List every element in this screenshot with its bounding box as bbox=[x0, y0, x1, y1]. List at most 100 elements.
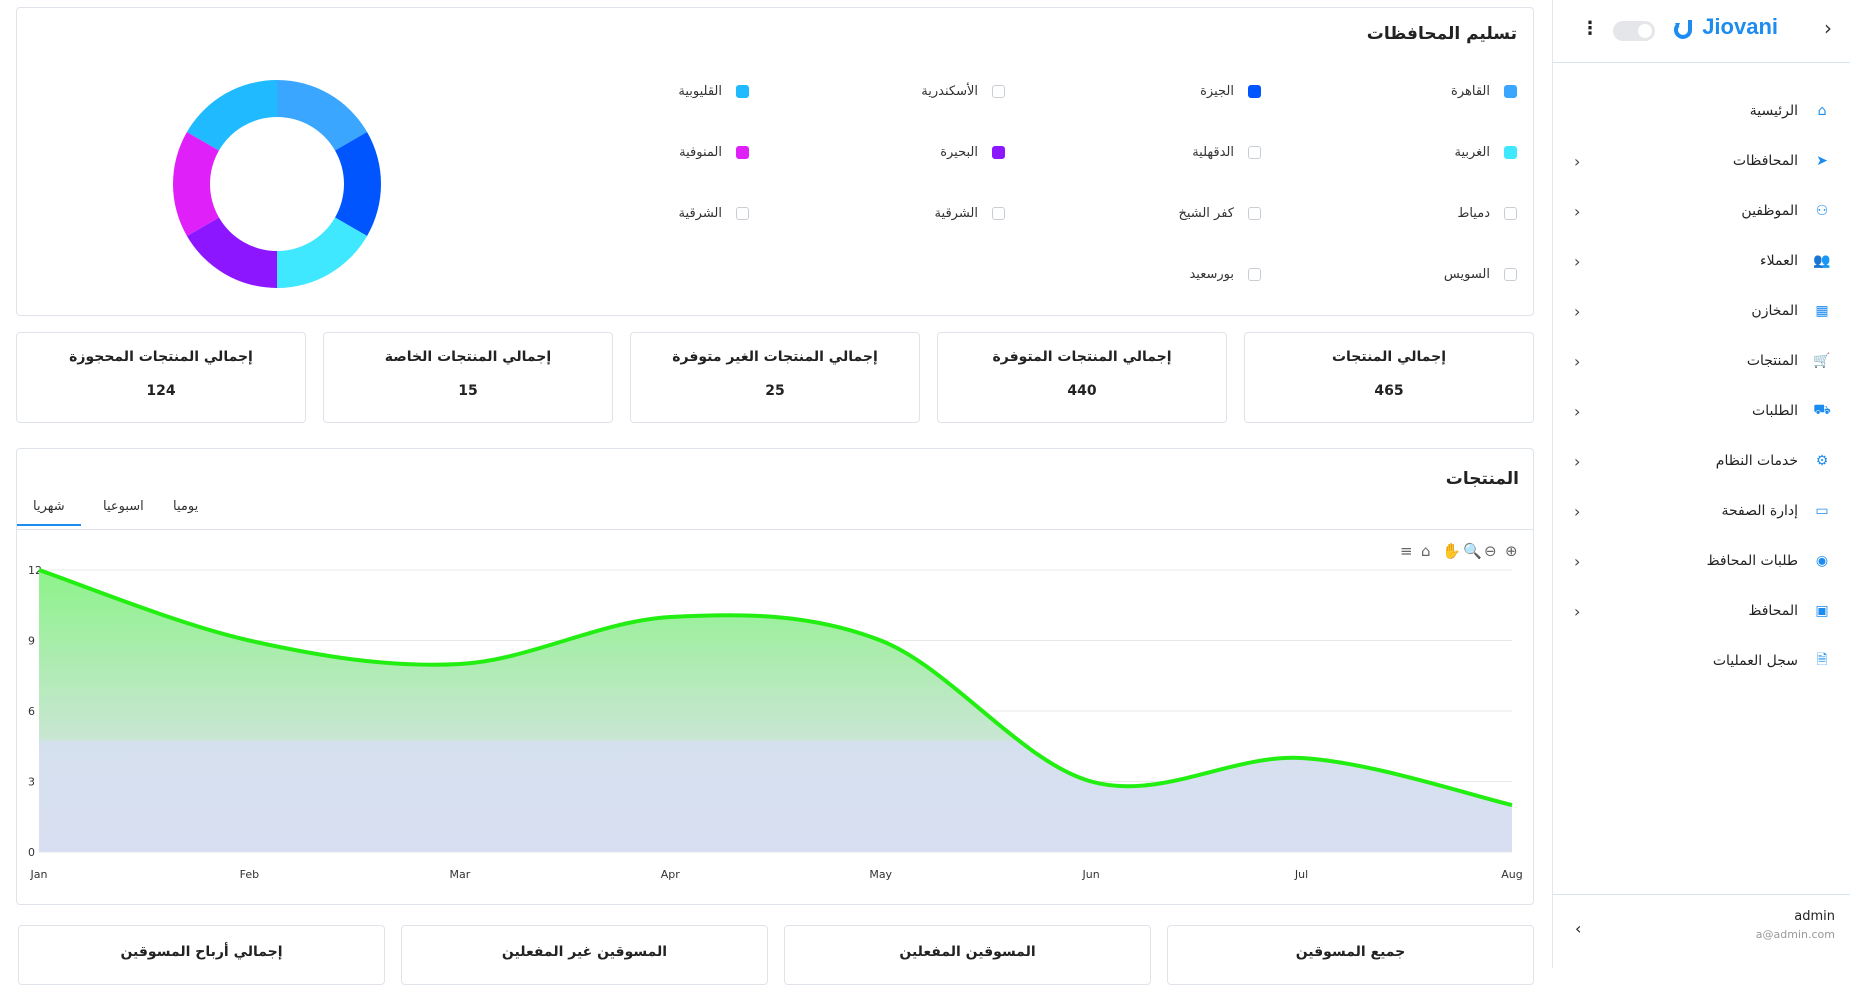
sidebar-item[interactable]: 🛒 المنتجات ‹ bbox=[1552, 341, 1850, 381]
menu-icon[interactable]: ≡ bbox=[1400, 542, 1413, 560]
brand-logo[interactable]: Jiovani bbox=[1672, 14, 1778, 40]
legend-item[interactable]: السويس bbox=[1267, 267, 1517, 282]
chevron-left-icon[interactable]: ‹ bbox=[1574, 152, 1580, 171]
sidebar-item-label: الرئيسية bbox=[1749, 103, 1798, 119]
legend-item[interactable]: الجيزة bbox=[1011, 84, 1261, 99]
users-icon: 👥 bbox=[1813, 253, 1831, 269]
legend-checkbox[interactable] bbox=[1504, 268, 1517, 281]
logo-icon bbox=[1674, 20, 1693, 39]
sidebar-item[interactable]: ⌂ الرئيسية bbox=[1552, 91, 1850, 131]
legend-item[interactable]: البحيرة bbox=[755, 145, 1005, 160]
sidebar-item-label: المحافظات bbox=[1732, 153, 1798, 169]
chevron-left-icon[interactable]: ‹ bbox=[1575, 919, 1581, 938]
legend-checkbox[interactable] bbox=[1504, 207, 1517, 220]
sidebar-item[interactable]: ◉ طلبات المحافظ ‹ bbox=[1552, 541, 1850, 581]
legend-checkbox[interactable] bbox=[1504, 85, 1517, 98]
legend-item[interactable]: دمياط bbox=[1267, 206, 1517, 221]
tab[interactable]: اسبوعيا bbox=[87, 491, 160, 524]
stat-value: 124 bbox=[146, 383, 176, 399]
chevron-left-icon[interactable]: ‹ bbox=[1574, 552, 1580, 571]
pan-icon[interactable]: ✋ bbox=[1442, 542, 1461, 560]
reset-home-icon[interactable]: ⌂ bbox=[1421, 542, 1431, 560]
legend-item[interactable]: الشرقية bbox=[499, 206, 749, 221]
chevron-left-icon[interactable]: ‹ bbox=[1574, 502, 1580, 521]
legend-label: المنوفية bbox=[679, 145, 722, 160]
sidebar-item[interactable]: ▭ إدارة الصفحة ‹ bbox=[1552, 491, 1850, 531]
legend-item[interactable]: القليوبية bbox=[499, 84, 749, 99]
user-name: admin bbox=[1794, 909, 1835, 924]
legend-item[interactable]: الغربية bbox=[1267, 145, 1517, 160]
legend-checkbox[interactable] bbox=[1248, 268, 1261, 281]
chevron-left-icon[interactable]: ‹ bbox=[1574, 402, 1580, 421]
more-options-icon[interactable]: ⋮ bbox=[1581, 18, 1599, 39]
legend-label: البحيرة bbox=[940, 145, 978, 160]
legend-item[interactable]: بورسعيد bbox=[1011, 267, 1261, 282]
sidebar-item-label: العملاء bbox=[1760, 253, 1798, 269]
sidebar-item[interactable]: ▦ المخازن ‹ bbox=[1552, 291, 1850, 331]
sidebar-item-label: سجل العمليات bbox=[1712, 653, 1798, 669]
stat-label: إجمالي المنتجات الخاصة bbox=[384, 349, 552, 365]
legend-checkbox[interactable] bbox=[992, 146, 1005, 159]
zoom-in-icon[interactable]: ⊕ bbox=[1505, 542, 1518, 560]
wallet-icon: ▣ bbox=[1815, 603, 1829, 619]
theme-toggle[interactable] bbox=[1613, 21, 1655, 41]
sidebar-item[interactable]: ⚇ الموظفين ‹ bbox=[1552, 191, 1850, 231]
legend-checkbox[interactable] bbox=[1504, 146, 1517, 159]
sidebar-item-label: المحافظ bbox=[1748, 603, 1798, 619]
chevron-left-icon[interactable]: ‹ bbox=[1574, 352, 1580, 371]
donut-slice[interactable] bbox=[173, 132, 219, 236]
donut-slice[interactable] bbox=[335, 132, 381, 236]
collapse-sidebar-icon[interactable]: › bbox=[1824, 16, 1832, 40]
legend-label: بورسعيد bbox=[1189, 267, 1234, 282]
legend-checkbox[interactable] bbox=[736, 85, 749, 98]
sidebar-item[interactable]: ➤ المحافظات ‹ bbox=[1552, 141, 1850, 181]
user-profile[interactable]: admin a@admin.com ‹ bbox=[1553, 894, 1850, 968]
stat-card: إجمالي المنتجات المحجوزة 124 bbox=[16, 332, 306, 423]
chevron-left-icon[interactable]: ‹ bbox=[1574, 452, 1580, 471]
sidebar-item[interactable]: 🗎 سجل العمليات bbox=[1552, 641, 1850, 681]
marketer-stat-card: إجمالي أرباح المسوقين bbox=[18, 925, 385, 985]
legend-checkbox[interactable] bbox=[1248, 146, 1261, 159]
zoom-select-icon[interactable]: 🔍 bbox=[1463, 542, 1482, 560]
tab[interactable]: يوميا bbox=[157, 491, 214, 524]
stat-card: إجمالي المنتجات 465 bbox=[1244, 332, 1534, 423]
sidebar-item[interactable]: ▣ المحافظ ‹ bbox=[1552, 591, 1850, 631]
legend-checkbox[interactable] bbox=[992, 85, 1005, 98]
legend-checkbox[interactable] bbox=[992, 207, 1005, 220]
provinces-donut-chart bbox=[173, 80, 381, 288]
legend-label: الغربية bbox=[1454, 145, 1490, 160]
legend-checkbox[interactable] bbox=[1248, 207, 1261, 220]
legend-item[interactable]: الشرقية bbox=[755, 206, 1005, 221]
chevron-left-icon[interactable]: ‹ bbox=[1574, 202, 1580, 221]
team-icon: ⚇ bbox=[1815, 203, 1829, 219]
chevron-left-icon[interactable]: ‹ bbox=[1574, 252, 1580, 271]
warehouse-icon: ▦ bbox=[1815, 303, 1829, 319]
marketer-stat-card: المسوقين المفعلين bbox=[784, 925, 1151, 985]
sidebar-item[interactable]: 👥 العملاء ‹ bbox=[1552, 241, 1850, 281]
sidebar-item-label: إدارة الصفحة bbox=[1721, 503, 1798, 519]
legend-item[interactable]: القاهرة bbox=[1267, 84, 1517, 99]
zoom-out-icon[interactable]: ⊖ bbox=[1484, 542, 1497, 560]
legend-label: كفر الشيخ bbox=[1178, 206, 1234, 221]
legend-item[interactable]: المنوفية bbox=[499, 145, 749, 160]
stat-card: إجمالي المنتجات الغير متوفرة 25 bbox=[630, 332, 920, 423]
chevron-left-icon[interactable]: ‹ bbox=[1574, 302, 1580, 321]
legend-checkbox[interactable] bbox=[736, 207, 749, 220]
chevron-left-icon[interactable]: ‹ bbox=[1574, 602, 1580, 621]
coin-icon: ◉ bbox=[1815, 553, 1829, 569]
legend-item[interactable]: كفر الشيخ bbox=[1011, 206, 1261, 221]
marketer-stat-card: المسوقين غير المفعلين bbox=[401, 925, 768, 985]
legend-item[interactable]: الأسكندرية bbox=[755, 84, 1005, 99]
cart-icon: 🛒 bbox=[1813, 353, 1831, 369]
legend-checkbox[interactable] bbox=[1248, 85, 1261, 98]
legend-checkbox[interactable] bbox=[736, 146, 749, 159]
tab[interactable]: شهريا bbox=[17, 491, 81, 526]
legend-label: دمياط bbox=[1457, 206, 1490, 221]
sidebar-item-label: الموظفين bbox=[1741, 203, 1798, 219]
legend-label: القليوبية bbox=[678, 84, 722, 99]
legend-item[interactable]: الدقهلية bbox=[1011, 145, 1261, 160]
gear-icon: ⚙ bbox=[1815, 453, 1829, 469]
sidebar-item[interactable]: ⛟ الطلبات ‹ bbox=[1552, 391, 1850, 431]
sidebar-item[interactable]: ⚙ خدمات النظام ‹ bbox=[1552, 441, 1850, 481]
send-icon: ➤ bbox=[1816, 153, 1828, 169]
